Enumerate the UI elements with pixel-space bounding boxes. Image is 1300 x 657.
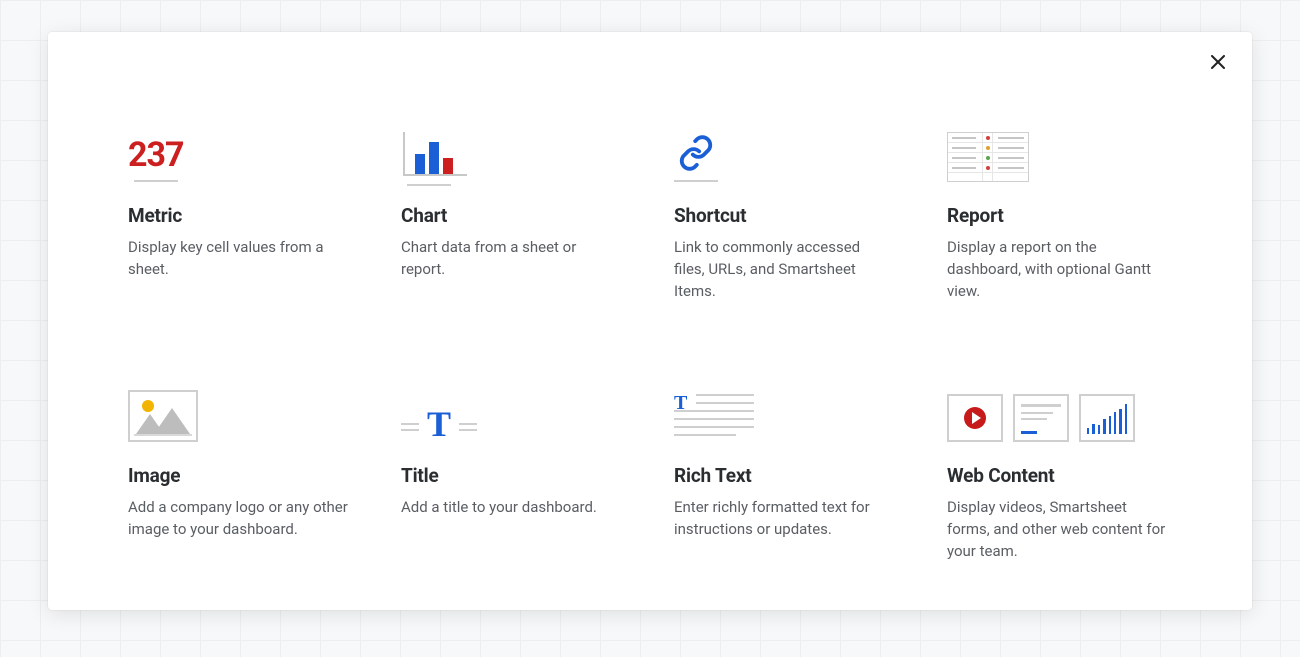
- close-button[interactable]: [1206, 50, 1230, 74]
- video-thumb-icon: [947, 394, 1003, 442]
- widget-option-chart[interactable]: Chart Chart data from a sheet or report.: [401, 112, 634, 302]
- web-content-icon: [947, 372, 1180, 442]
- widget-option-image[interactable]: Image Add a company logo or any other im…: [128, 372, 361, 562]
- chart-icon: [401, 112, 634, 182]
- widget-title: Title: [401, 464, 634, 487]
- widget-desc: Display a report on the dashboard, with …: [947, 237, 1167, 302]
- metric-icon: 237: [128, 112, 361, 182]
- widget-option-rich-text[interactable]: T Rich Text Enter richly formatted text …: [674, 372, 907, 562]
- widget-option-metric[interactable]: 237 Metric Display key cell values from …: [128, 112, 361, 302]
- form-thumb-icon: [1013, 394, 1069, 442]
- metric-sample-value: 237: [128, 138, 184, 172]
- widget-option-report[interactable]: Report Display a report on the dashboard…: [947, 112, 1180, 302]
- widget-title: Shortcut: [674, 204, 907, 227]
- chart-thumb-icon: [1079, 394, 1135, 442]
- widget-option-shortcut[interactable]: Shortcut Link to commonly accessed files…: [674, 112, 907, 302]
- widget-title: Rich Text: [674, 464, 907, 487]
- widget-grid: 237 Metric Display key cell values from …: [128, 112, 1180, 563]
- widget-title: Image: [128, 464, 361, 487]
- widget-option-web-content[interactable]: Web Content Display videos, Smartsheet f…: [947, 372, 1180, 562]
- close-icon: [1211, 55, 1225, 69]
- widget-title: Report: [947, 204, 1180, 227]
- widget-desc: Enter richly formatted text for instruct…: [674, 497, 894, 541]
- add-widget-modal: 237 Metric Display key cell values from …: [48, 32, 1252, 610]
- widget-desc: Chart data from a sheet or report.: [401, 237, 621, 281]
- title-icon: T: [401, 372, 634, 442]
- widget-option-title[interactable]: T Title Add a title to your dashboard.: [401, 372, 634, 562]
- widget-title: Web Content: [947, 464, 1180, 487]
- link-icon: [674, 112, 907, 182]
- image-icon: [128, 372, 361, 442]
- widget-desc: Display key cell values from a sheet.: [128, 237, 348, 281]
- report-icon: [947, 112, 1180, 182]
- widget-desc: Link to commonly accessed files, URLs, a…: [674, 237, 894, 302]
- rich-text-icon: T: [674, 372, 907, 442]
- widget-title: Chart: [401, 204, 634, 227]
- widget-desc: Add a title to your dashboard.: [401, 497, 621, 519]
- widget-desc: Add a company logo or any other image to…: [128, 497, 348, 541]
- widget-desc: Display videos, Smartsheet forms, and ot…: [947, 497, 1167, 562]
- widget-title: Metric: [128, 204, 361, 227]
